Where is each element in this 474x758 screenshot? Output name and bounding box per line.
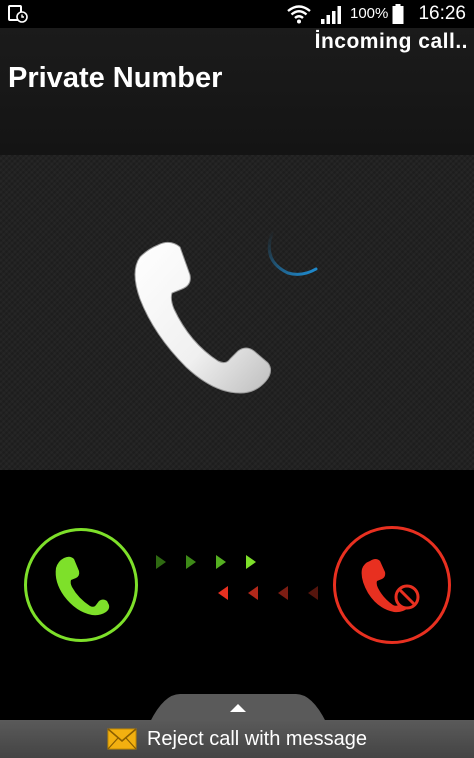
call-controls bbox=[0, 470, 474, 720]
call-status-label: İncoming call.. bbox=[314, 30, 468, 53]
caller-name: Private Number bbox=[8, 62, 223, 94]
reject-message-label: Reject call with message bbox=[146, 727, 368, 750]
swipe-arrows bbox=[156, 555, 318, 600]
answer-call-button[interactable] bbox=[24, 528, 138, 642]
battery-percent: 100% bbox=[350, 5, 389, 22]
call-header: İncoming call.. Private Number bbox=[0, 28, 474, 155]
status-clock: 16:26 bbox=[418, 3, 466, 24]
phone-icon bbox=[55, 556, 110, 616]
signal-icon bbox=[321, 6, 341, 24]
reject-call-button[interactable] bbox=[333, 526, 451, 644]
handset-icon bbox=[134, 241, 272, 394]
envelope-icon bbox=[107, 728, 137, 750]
caller-photo-area bbox=[0, 155, 474, 470]
phone-hangup-icon bbox=[361, 559, 420, 613]
wifi-icon bbox=[287, 5, 311, 24]
status-bar: 100% 16:26 bbox=[0, 0, 474, 28]
reject-with-message-button[interactable]: Reject call with message bbox=[0, 720, 474, 758]
battery-icon bbox=[392, 4, 404, 24]
reject-message-handle[interactable] bbox=[150, 694, 326, 722]
notification-icon bbox=[8, 5, 28, 23]
